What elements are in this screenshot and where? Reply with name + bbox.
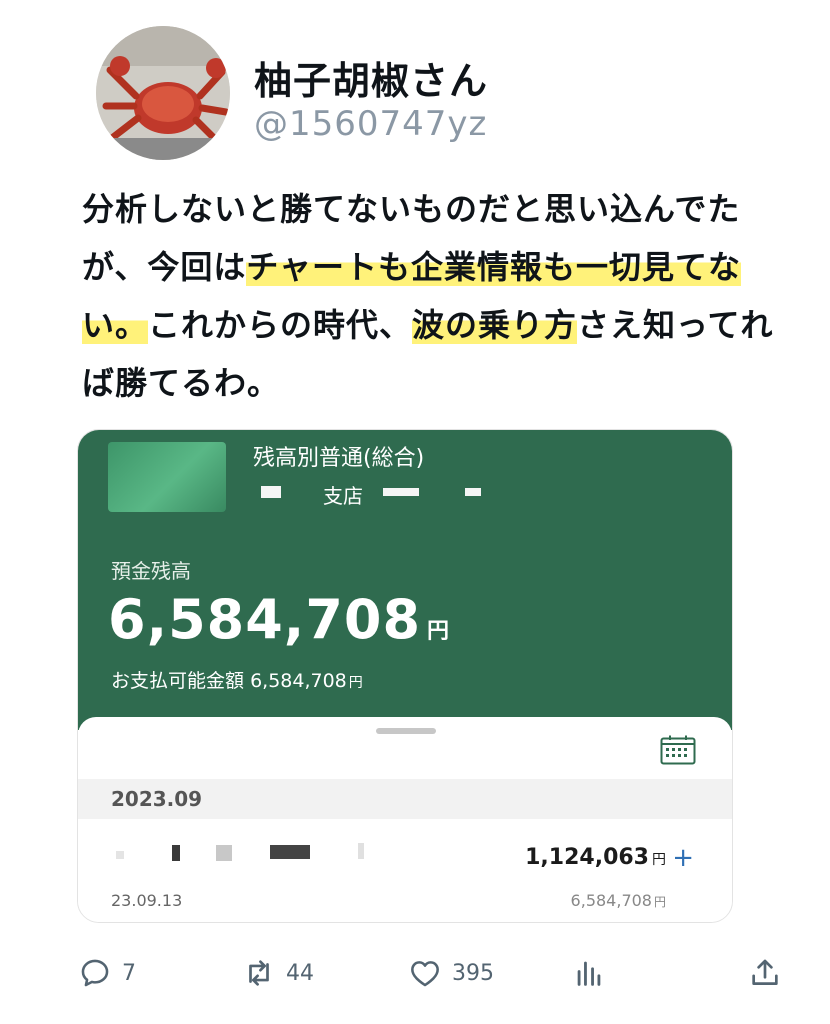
available-amount-row: お支払可能金額 6,584,708 円 <box>111 666 363 693</box>
currency-unit: 円 <box>427 619 451 644</box>
retweet-icon <box>249 960 269 986</box>
month-header: 2023.09 <box>78 779 732 819</box>
reply-icon <box>81 959 109 987</box>
calendar-icon[interactable] <box>660 735 696 765</box>
analytics-icon <box>577 961 601 986</box>
redaction-mask <box>270 845 310 859</box>
author-display-name[interactable]: 柚子胡椒さん <box>254 50 488 105</box>
tweet-highlight-segment: 波の乗り方 <box>412 306 578 344</box>
reply-button[interactable]: 7 <box>78 956 136 990</box>
redaction-mask <box>465 488 481 496</box>
card-thumbnail-image <box>108 442 226 512</box>
branch-label: 支店 <box>323 484 363 508</box>
account-type: 残高別普通(総合) <box>253 446 425 471</box>
transaction-amount: 1,124,063 円 <box>525 845 666 870</box>
redaction-mask <box>261 486 281 498</box>
avatar[interactable] <box>96 26 230 160</box>
account-summary-panel: 残高別普通(総合) 支店 預金残高 6,584,708 円 お支払可能金額 6,5… <box>78 430 732 730</box>
balance-after-value: 6,584,708 <box>570 891 652 910</box>
currency-unit: 円 <box>348 675 363 691</box>
balance-after-transaction: 6,584,708 円 <box>571 891 666 910</box>
month-label: 2023.09 <box>111 787 203 811</box>
redaction-mask <box>116 851 124 859</box>
transaction-amount-value: 1,124,063 <box>525 845 649 870</box>
like-count: 395 <box>452 960 494 986</box>
like-icon <box>411 961 439 987</box>
balance-amount: 6,584,708 円 <box>108 588 450 651</box>
like-button[interactable]: 395 <box>408 956 494 990</box>
tweet-action-bar: 7 44 395 <box>0 948 830 998</box>
available-amount: 6,584,708 <box>250 670 347 692</box>
available-label: お支払可能金額 <box>111 670 245 692</box>
deposit-plus-icon: + <box>672 843 694 873</box>
avatar-crab-image <box>96 26 230 160</box>
author-handle[interactable]: @1560747yz <box>254 104 487 144</box>
redaction-mask <box>358 843 364 859</box>
transaction-sheet: 2023.09 23.09.13 1,124,063 円 + 6,584,708 円 <box>78 717 732 922</box>
transaction-row[interactable]: 23.09.13 1,124,063 円 + 6,584,708 円 <box>78 821 732 922</box>
balance-label: 預金残高 <box>111 559 191 583</box>
redaction-mask <box>172 845 180 861</box>
reply-count: 7 <box>122 960 136 986</box>
tweet-segment: これからの時代、 <box>148 306 413 344</box>
sheet-drag-handle[interactable] <box>376 728 436 734</box>
balance-amount-value: 6,584,708 <box>108 588 422 651</box>
analytics-button[interactable] <box>572 956 606 990</box>
retweet-button[interactable]: 44 <box>242 956 314 990</box>
redaction-mask <box>383 488 419 496</box>
bank-screenshot-card[interactable]: 残高別普通(総合) 支店 預金残高 6,584,708 円 お支払可能金額 6,5… <box>77 429 733 923</box>
currency-unit: 円 <box>652 852 666 868</box>
share-icon <box>752 959 778 985</box>
redaction-mask <box>216 845 232 861</box>
branch-row: 支店 <box>253 480 553 508</box>
transaction-date: 23.09.13 <box>111 891 183 910</box>
tweet-text: 分析しないと勝てないものだと思い込んでたが、今回はチャートも企業情報も一切見てな… <box>82 180 782 412</box>
share-button[interactable] <box>748 956 782 990</box>
retweet-count: 44 <box>286 960 314 986</box>
currency-unit: 円 <box>653 895 666 909</box>
